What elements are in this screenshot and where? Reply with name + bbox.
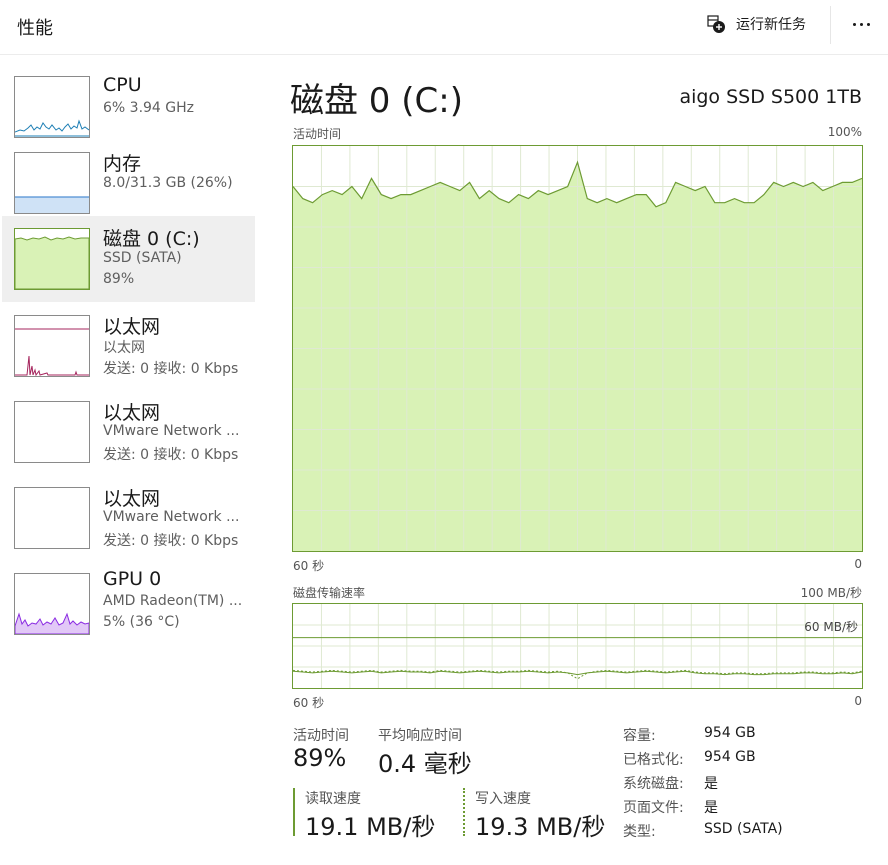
sidebar-item-detail: 8.0/31.3 GB (26%) bbox=[103, 175, 233, 191]
sidebar-item-throughput: 发送: 0 接收: 0 Kbps bbox=[103, 533, 239, 549]
transfer-graph-label: 磁盘传输速率 bbox=[293, 586, 366, 600]
sidebar-item-memory[interactable]: 内存 8.0/31.3 GB (26%) bbox=[2, 141, 255, 214]
vmware-1-thumbnail-graph bbox=[14, 401, 90, 463]
capacity-label: 容量: bbox=[623, 728, 656, 744]
read-speed-indicator bbox=[293, 788, 295, 836]
read-speed-value: 19.1 MB/秒 bbox=[305, 813, 436, 841]
transfer-graph-ref-label: 60 MB/秒 bbox=[804, 620, 858, 634]
more-horizontal-icon bbox=[852, 22, 856, 26]
disk-model: aigo SSD S500 1TB bbox=[679, 86, 862, 108]
transfer-graph-time-right: 0 bbox=[854, 694, 862, 708]
capacity-value: 954 GB bbox=[704, 725, 756, 741]
transfer-rate-chart bbox=[293, 604, 862, 688]
active-time-label: 活动时间 bbox=[293, 728, 349, 744]
page-title: 性能 bbox=[17, 18, 53, 39]
top-bar: 性能 运行新任务 bbox=[0, 0, 888, 55]
write-speed-value: 19.3 MB/秒 bbox=[475, 813, 606, 841]
activity-graph-time-left: 60 秒 bbox=[293, 559, 325, 573]
activity-graph-max-label: 100% bbox=[827, 125, 862, 139]
sidebar-item-title: 磁盘 0 (C:) bbox=[103, 228, 200, 250]
run-new-task-label: 运行新任务 bbox=[736, 17, 806, 33]
sidebar-item-usage: 89% bbox=[103, 271, 135, 287]
sidebar-item-throughput: 发送: 0 接收: 0 Kbps bbox=[103, 361, 239, 377]
run-new-task-button[interactable]: 运行新任务 bbox=[706, 10, 806, 38]
disk-type-value: SSD (SATA) bbox=[704, 821, 783, 837]
page-file-label: 页面文件: bbox=[623, 800, 684, 816]
read-speed-label: 读取速度 bbox=[305, 791, 361, 807]
activity-time-chart bbox=[293, 146, 862, 551]
disk-mini-graph bbox=[15, 236, 89, 289]
formatted-label: 已格式化: bbox=[623, 752, 684, 768]
sidebar-item-gpu[interactable]: GPU 0 AMD Radeon(TM) ... 5% (36 °C) bbox=[2, 564, 255, 646]
run-task-icon bbox=[707, 15, 725, 33]
sidebar-item-detail: AMD Radeon(TM) ... bbox=[103, 593, 243, 609]
ethernet-thumbnail-graph bbox=[14, 315, 90, 377]
page-file-value: 是 bbox=[704, 800, 718, 816]
transfer-graph-max-label: 100 MB/秒 bbox=[800, 586, 862, 600]
activity-graph-time-right: 0 bbox=[854, 557, 862, 571]
avg-response-label: 平均响应时间 bbox=[378, 728, 462, 744]
cpu-mini-graph bbox=[15, 119, 89, 137]
sidebar-item-vmware-network-1[interactable]: 以太网 VMware Network ... 发送: 0 接收: 0 Kbps bbox=[2, 392, 255, 474]
activity-time-graph bbox=[292, 145, 863, 552]
sidebar-item-title: GPU 0 bbox=[103, 568, 162, 590]
memory-thumbnail-graph bbox=[14, 152, 90, 214]
system-disk-value: 是 bbox=[704, 776, 718, 792]
more-options-button[interactable] bbox=[846, 10, 876, 38]
ethernet-mini-graph bbox=[15, 328, 89, 376]
sidebar-item-title: CPU bbox=[103, 74, 142, 96]
sidebar-item-disk[interactable]: 磁盘 0 (C:) SSD (SATA) 89% bbox=[2, 216, 255, 302]
sidebar-item-title: 以太网 bbox=[103, 316, 161, 338]
gpu-mini-graph bbox=[15, 612, 89, 634]
sidebar-item-ethernet[interactable]: 以太网 以太网 发送: 0 接收: 0 Kbps bbox=[2, 306, 255, 388]
activity-graph-label: 活动时间 bbox=[293, 127, 342, 141]
sidebar-item-detail: 以太网 bbox=[103, 340, 145, 356]
write-speed-indicator bbox=[463, 788, 465, 836]
memory-mini-graph bbox=[15, 196, 89, 213]
sidebar-item-throughput: 发送: 0 接收: 0 Kbps bbox=[103, 447, 239, 463]
sidebar-item-cpu[interactable]: CPU 6% 3.94 GHz bbox=[2, 66, 255, 138]
cpu-thumbnail-graph bbox=[14, 76, 90, 138]
sidebar-item-detail: VMware Network ... bbox=[103, 509, 240, 525]
transfer-rate-graph: 60 MB/秒 bbox=[292, 603, 863, 689]
vmware-2-thumbnail-graph bbox=[14, 487, 90, 549]
disk-type-label: 类型: bbox=[623, 824, 656, 840]
write-speed-label: 写入速度 bbox=[475, 791, 531, 807]
header-divider bbox=[830, 6, 831, 44]
system-disk-label: 系统磁盘: bbox=[623, 776, 684, 792]
sidebar-item-vmware-network-2[interactable]: 以太网 VMware Network ... 发送: 0 接收: 0 Kbps bbox=[2, 478, 255, 560]
sidebar-item-detail: 6% 3.94 GHz bbox=[103, 100, 195, 116]
sidebar-item-title: 内存 bbox=[103, 153, 142, 175]
sidebar-item-title: 以太网 bbox=[103, 402, 161, 424]
avg-response-value: 0.4 毫秒 bbox=[378, 750, 472, 778]
sidebar-item-detail: VMware Network ... bbox=[103, 423, 240, 439]
sidebar-item-usage: 5% (36 °C) bbox=[103, 614, 180, 630]
sidebar-item-title: 以太网 bbox=[103, 488, 161, 510]
disk-thumbnail-graph bbox=[14, 228, 90, 290]
active-time-value: 89% bbox=[293, 744, 347, 772]
formatted-value: 954 GB bbox=[704, 749, 756, 765]
disk-title: 磁盘 0 (C:) bbox=[290, 81, 463, 121]
transfer-graph-time-left: 60 秒 bbox=[293, 696, 325, 710]
gpu-thumbnail-graph bbox=[14, 573, 90, 635]
sidebar-item-detail: SSD (SATA) bbox=[103, 250, 182, 266]
